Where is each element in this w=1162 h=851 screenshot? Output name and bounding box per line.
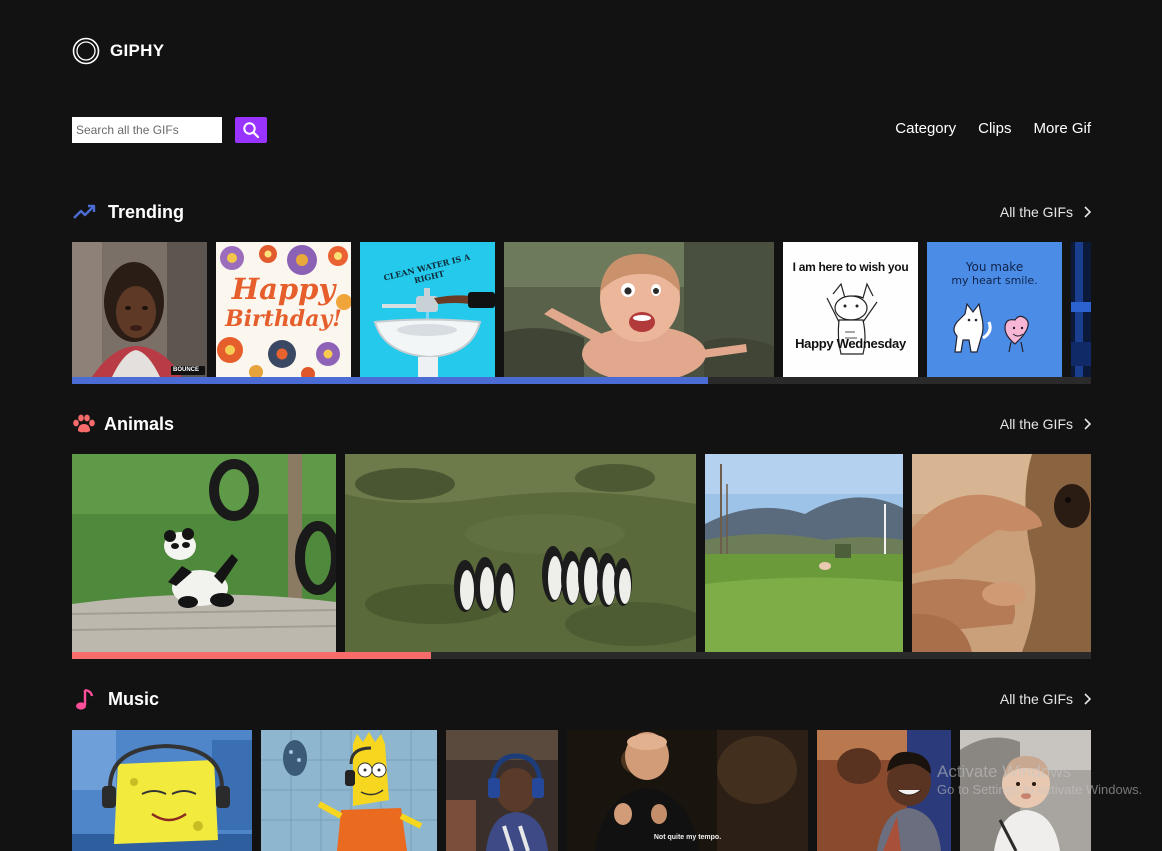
trending-header: Trending All the GIFs (72, 200, 1091, 224)
music-all-gifs-label: All the GIFs (999, 691, 1073, 707)
gif-tile-partial[interactable] (1071, 242, 1091, 377)
gif-tile-happy-wednesday[interactable]: I am here to wish you Happy Wednesday (783, 242, 918, 377)
gif-tile-clean-water[interactable]: CLEAN WATER IS A RIGHT (360, 242, 495, 377)
animals-all-gifs-link[interactable]: All the GIFs (1000, 416, 1091, 432)
brand-name: GIPHY (110, 41, 165, 60)
music-note-icon (72, 688, 98, 710)
nav-clips[interactable]: Clips (978, 120, 1011, 137)
chevron-right-icon (1084, 418, 1091, 430)
trending-gif-row: BOUNCE Happy Birthday! CLEAN WATER IS A … (72, 242, 1091, 377)
top-nav: Category Clips More Gif (895, 120, 1091, 137)
activate-windows-watermark: Activate Windows Go to Settings to activ… (937, 762, 1142, 798)
trending-all-gifs-label: All the GIFs (999, 204, 1073, 220)
animals-gif-row (72, 454, 1091, 652)
animals-title: Animals (104, 413, 175, 434)
chevron-right-icon (1084, 693, 1091, 705)
search-input[interactable] (72, 117, 222, 143)
gif-tile-penguins[interactable] (345, 454, 696, 652)
trending-scroll-track[interactable] (72, 377, 1091, 384)
gif-tile-bart-dancing[interactable] (261, 730, 437, 851)
trending-all-gifs-link[interactable]: All the GIFs (1000, 204, 1091, 220)
watermark-line-2: Go to Settings to activate Windows. (937, 782, 1143, 798)
gif-tile-excited-baby[interactable] (504, 242, 774, 377)
search-icon (243, 122, 260, 139)
wednesday-bottom-text: Happy Wednesday (795, 336, 906, 351)
watermark-line-1: Activate Windows (937, 762, 1072, 781)
gif-tile-not-quite-my-tempo[interactable]: Not quite my tempo. (567, 730, 808, 851)
gif-tile-woman-talking[interactable]: BOUNCE (72, 242, 207, 377)
nav-category[interactable]: Category (895, 120, 956, 137)
wednesday-top-text: I am here to wish you (792, 260, 909, 274)
trending-title: Trending (108, 201, 184, 222)
search-button[interactable] (235, 117, 267, 143)
gif-tile-heart-smile[interactable]: You make my heart smile. (927, 242, 1062, 377)
giphy-logo[interactable]: GIPHY (72, 37, 164, 65)
animals-scroll-thumb[interactable] (72, 652, 431, 659)
animals-all-gifs-label: All the GIFs (999, 416, 1073, 432)
giphy-logo-icon (72, 37, 100, 65)
chevron-right-icon (1084, 206, 1091, 218)
birthday-text-2: Birthday! (225, 306, 342, 332)
birthday-text-1: Happy (231, 272, 336, 306)
tempo-subtitle: Not quite my tempo. (653, 834, 722, 841)
gif-tile-monkey-petting[interactable] (912, 454, 1091, 652)
gif-tile-spongebob[interactable] (72, 730, 252, 851)
gif-tile-laughing-kid[interactable] (817, 730, 951, 851)
gif-tile-happy-birthday[interactable]: Happy Birthday! (216, 242, 351, 377)
gif-tile-panda[interactable] (72, 454, 336, 652)
heart-smile-line-1: You make (965, 260, 1024, 274)
animals-header: Animals All the GIFs (72, 412, 1091, 436)
paw-icon (72, 413, 98, 435)
gif-tile-kid-headphones[interactable] (446, 730, 558, 851)
gif-tile-meadow-bunny[interactable] (705, 454, 903, 652)
animals-scroll-track[interactable] (72, 652, 1091, 659)
music-all-gifs-link[interactable]: All the GIFs (1000, 691, 1091, 707)
heart-smile-line-2: my heart smile. (951, 274, 1038, 287)
music-title: Music (108, 688, 160, 709)
music-header: Music All the GIFs (72, 687, 1091, 711)
bounce-badge: BOUNCE (173, 367, 200, 373)
trending-scroll-thumb[interactable] (72, 377, 708, 384)
trending-up-icon (72, 201, 98, 223)
nav-more-gif[interactable]: More Gif (1033, 120, 1091, 137)
search-bar (72, 117, 267, 143)
